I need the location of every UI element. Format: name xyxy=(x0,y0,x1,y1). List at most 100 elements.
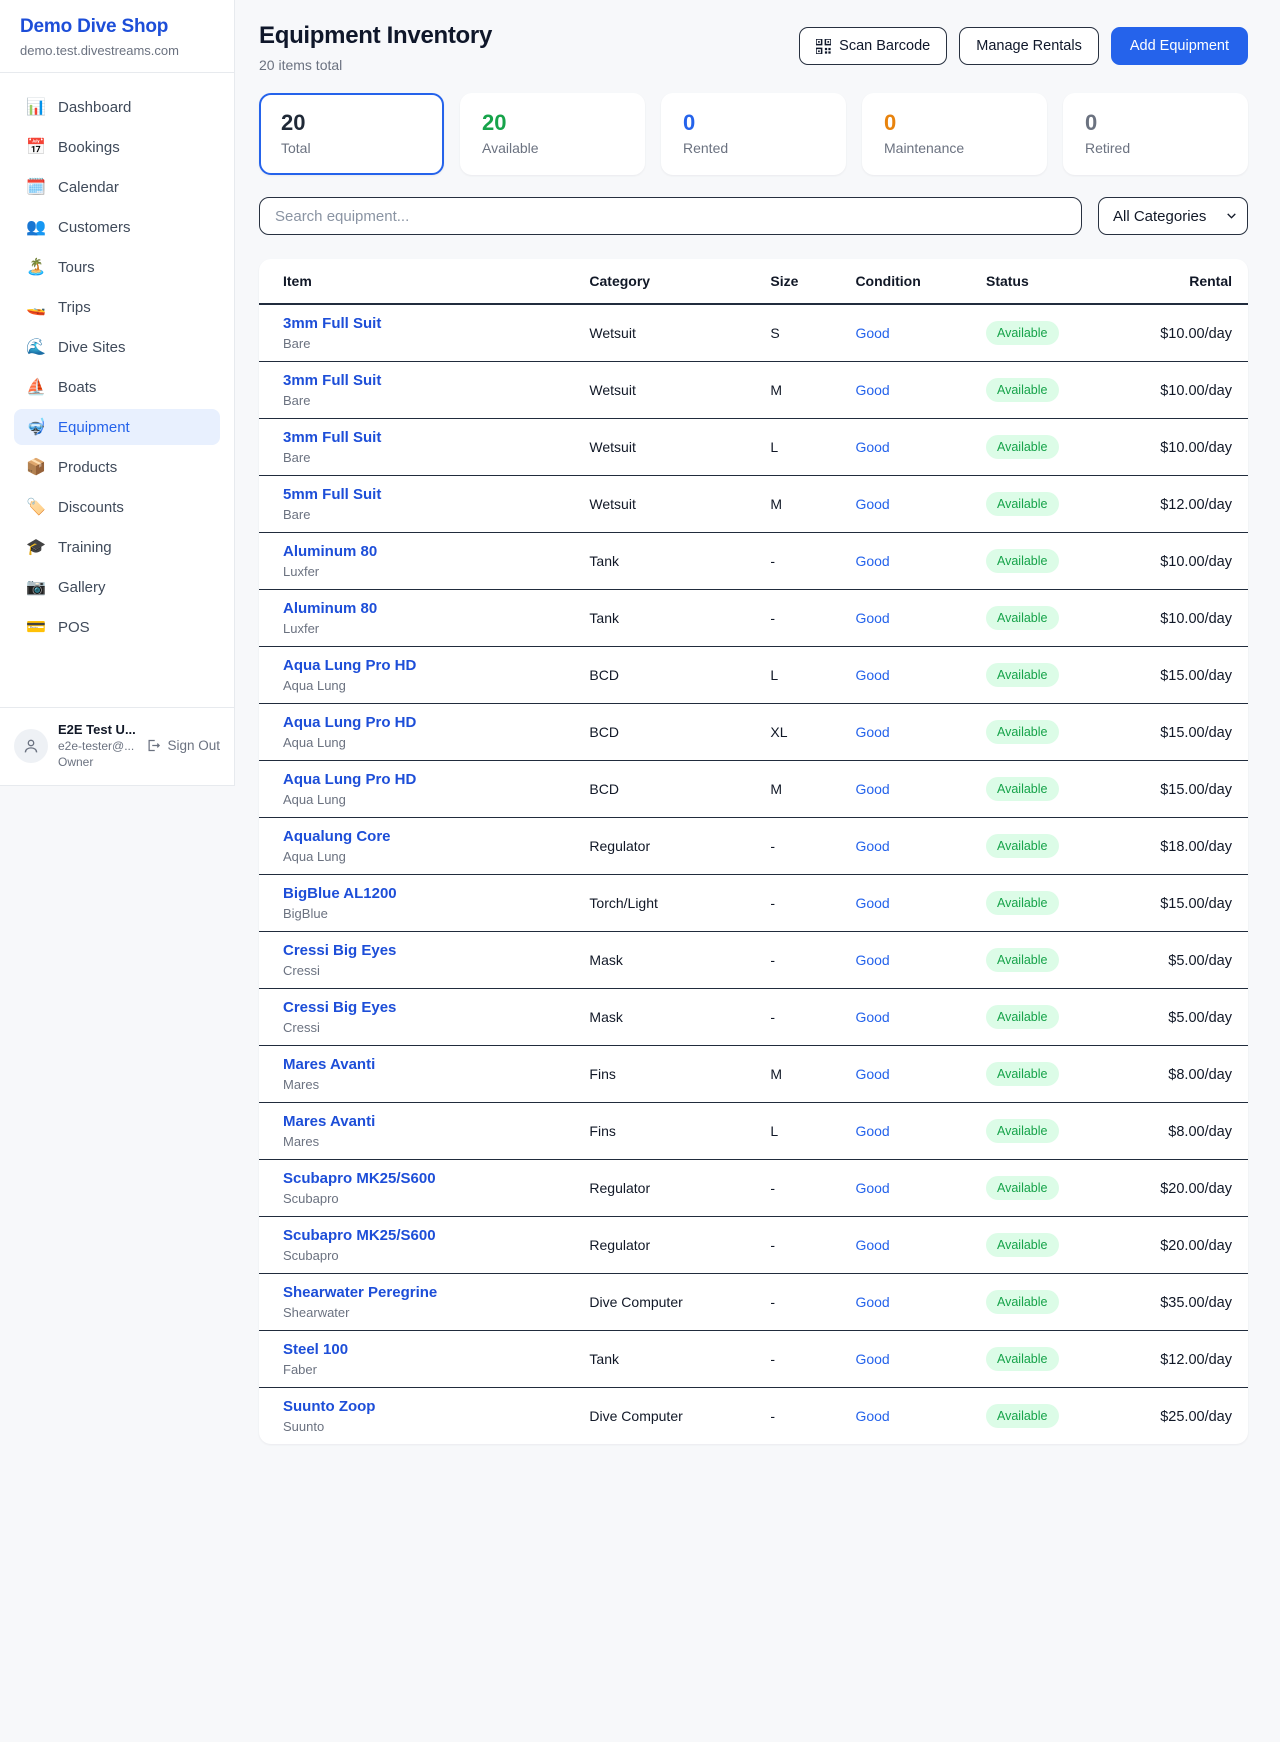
item-name-link[interactable]: Mares Avanti xyxy=(283,1056,573,1073)
pos-icon: 💳 xyxy=(26,617,46,637)
condition-link[interactable]: Good xyxy=(855,553,889,569)
stat-card-total[interactable]: 20 Total xyxy=(259,93,444,175)
table-row: Shearwater Peregrine Shearwater Dive Com… xyxy=(259,1274,1248,1331)
sidebar-item-products[interactable]: 📦 Products xyxy=(14,449,220,485)
sidebar-item-trips[interactable]: 🚤 Trips xyxy=(14,289,220,325)
item-name-link[interactable]: Cressi Big Eyes xyxy=(283,999,573,1016)
item-size: - xyxy=(762,1388,847,1445)
condition-link[interactable]: Good xyxy=(855,1123,889,1139)
condition-link[interactable]: Good xyxy=(855,1180,889,1196)
user-email: e2e-tester@... xyxy=(58,739,140,753)
page-title-block: Equipment Inventory 20 items total xyxy=(259,22,492,73)
tours-icon: 🏝️ xyxy=(26,257,46,277)
table-header-row: Item Category Size Condition Status Rent… xyxy=(259,259,1248,304)
item-size: - xyxy=(762,1274,847,1331)
page-title: Equipment Inventory xyxy=(259,22,492,50)
item-category: Dive Computer xyxy=(581,1388,762,1445)
item-name-link[interactable]: 3mm Full Suit xyxy=(283,315,573,332)
category-select[interactable]: All Categories xyxy=(1098,197,1248,235)
sidebar-item-customers[interactable]: 👥 Customers xyxy=(14,209,220,245)
condition-link[interactable]: Good xyxy=(855,439,889,455)
item-brand: Aqua Lung xyxy=(283,792,573,807)
stat-card-maintenance[interactable]: 0 Maintenance xyxy=(862,93,1047,175)
item-size: M xyxy=(762,362,847,419)
search-input[interactable] xyxy=(259,197,1082,235)
condition-link[interactable]: Good xyxy=(855,895,889,911)
status-badge: Available xyxy=(986,1005,1059,1029)
rental-price: $35.00/day xyxy=(1160,1295,1232,1311)
item-name-link[interactable]: Scubapro MK25/S600 xyxy=(283,1170,573,1187)
equipment-icon: 🤿 xyxy=(26,417,46,437)
sidebar-item-dive-sites[interactable]: 🌊 Dive Sites xyxy=(14,329,220,365)
manage-rentals-button[interactable]: Manage Rentals xyxy=(959,27,1099,65)
sidebar-item-tours[interactable]: 🏝️ Tours xyxy=(14,249,220,285)
item-size: S xyxy=(762,304,847,362)
condition-link[interactable]: Good xyxy=(855,838,889,854)
stat-card-retired[interactable]: 0 Retired xyxy=(1063,93,1248,175)
item-name-link[interactable]: 3mm Full Suit xyxy=(283,429,573,446)
stat-card-rented[interactable]: 0 Rented xyxy=(661,93,846,175)
status-badge: Available xyxy=(986,321,1059,345)
item-name-link[interactable]: Cressi Big Eyes xyxy=(283,942,573,959)
sidebar-item-label: Customers xyxy=(58,219,131,236)
condition-link[interactable]: Good xyxy=(855,1009,889,1025)
add-equipment-button[interactable]: Add Equipment xyxy=(1111,27,1248,65)
stat-value: 0 xyxy=(683,110,824,136)
item-name-link[interactable]: Mares Avanti xyxy=(283,1113,573,1130)
sidebar-item-dashboard[interactable]: 📊 Dashboard xyxy=(14,89,220,125)
sidebar-item-discounts[interactable]: 🏷️ Discounts xyxy=(14,489,220,525)
item-brand: Faber xyxy=(283,1362,573,1377)
scan-barcode-button[interactable]: Scan Barcode xyxy=(799,27,947,65)
rental-price: $15.00/day xyxy=(1160,668,1232,684)
sidebar-item-calendar[interactable]: 🗓️ Calendar xyxy=(14,169,220,205)
sidebar-item-label: Trips xyxy=(58,299,91,316)
item-brand: Luxfer xyxy=(283,621,573,636)
condition-link[interactable]: Good xyxy=(855,1294,889,1310)
condition-link[interactable]: Good xyxy=(855,1351,889,1367)
sign-out-button[interactable]: Sign Out xyxy=(146,738,220,753)
item-name-link[interactable]: Aqua Lung Pro HD xyxy=(283,714,573,731)
condition-link[interactable]: Good xyxy=(855,1066,889,1082)
condition-link[interactable]: Good xyxy=(855,1408,889,1424)
table-row: Suunto Zoop Suunto Dive Computer - Good … xyxy=(259,1388,1248,1445)
condition-link[interactable]: Good xyxy=(855,610,889,626)
item-name-link[interactable]: Aluminum 80 xyxy=(283,600,573,617)
trips-icon: 🚤 xyxy=(26,297,46,317)
item-name-link[interactable]: Aqua Lung Pro HD xyxy=(283,771,573,788)
condition-link[interactable]: Good xyxy=(855,667,889,683)
item-name-link[interactable]: Aluminum 80 xyxy=(283,543,573,560)
item-size: - xyxy=(762,989,847,1046)
item-name-link[interactable]: 5mm Full Suit xyxy=(283,486,573,503)
item-size: M xyxy=(762,761,847,818)
condition-link[interactable]: Good xyxy=(855,1237,889,1253)
item-name-link[interactable]: Steel 100 xyxy=(283,1341,573,1358)
table-row: 3mm Full Suit Bare Wetsuit M Good Availa… xyxy=(259,362,1248,419)
sidebar-item-gallery[interactable]: 📷 Gallery xyxy=(14,569,220,605)
condition-link[interactable]: Good xyxy=(855,496,889,512)
sidebar-item-bookings[interactable]: 📅 Bookings xyxy=(14,129,220,165)
item-brand: Mares xyxy=(283,1134,573,1149)
item-name-link[interactable]: Suunto Zoop xyxy=(283,1398,573,1415)
item-name-link[interactable]: Aqualung Core xyxy=(283,828,573,845)
condition-link[interactable]: Good xyxy=(855,382,889,398)
condition-link[interactable]: Good xyxy=(855,952,889,968)
sidebar-item-boats[interactable]: ⛵ Boats xyxy=(14,369,220,405)
item-name-link[interactable]: 3mm Full Suit xyxy=(283,372,573,389)
rental-price: $5.00/day xyxy=(1168,953,1232,969)
sidebar-item-pos[interactable]: 💳 POS xyxy=(14,609,220,645)
condition-link[interactable]: Good xyxy=(855,781,889,797)
item-name-link[interactable]: BigBlue AL1200 xyxy=(283,885,573,902)
sidebar-item-equipment[interactable]: 🤿 Equipment xyxy=(14,409,220,445)
item-brand: Bare xyxy=(283,336,573,351)
status-badge: Available xyxy=(986,435,1059,459)
sidebar-item-label: Products xyxy=(58,459,117,476)
condition-link[interactable]: Good xyxy=(855,724,889,740)
filter-bar: All Categories xyxy=(259,197,1248,235)
item-name-link[interactable]: Scubapro MK25/S600 xyxy=(283,1227,573,1244)
sidebar-item-training[interactable]: 🎓 Training xyxy=(14,529,220,565)
condition-link[interactable]: Good xyxy=(855,325,889,341)
item-name-link[interactable]: Shearwater Peregrine xyxy=(283,1284,573,1301)
customers-icon: 👥 xyxy=(26,217,46,237)
stat-card-available[interactable]: 20 Available xyxy=(460,93,645,175)
item-name-link[interactable]: Aqua Lung Pro HD xyxy=(283,657,573,674)
